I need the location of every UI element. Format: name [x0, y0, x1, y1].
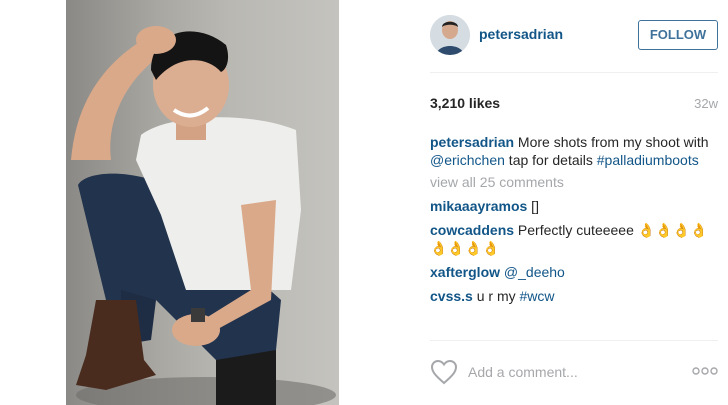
caption-username[interactable]: petersadrian	[430, 134, 514, 150]
caption-text: More shots from my shoot with	[514, 134, 709, 150]
comment-username[interactable]: xafterglow	[430, 264, 500, 280]
comment-item: cowcaddens Perfectly cuteeeee 👌👌👌👌👌👌👌👌	[430, 221, 720, 257]
comment-item: mikaaayramos []	[430, 197, 720, 215]
caption: petersadrian More shots from my shoot wi…	[430, 133, 720, 169]
comment-username[interactable]: mikaaayramos	[430, 198, 527, 214]
avatar[interactable]	[430, 15, 470, 55]
add-comment-input[interactable]: Add a comment...	[468, 364, 578, 380]
post-photo[interactable]	[66, 0, 339, 405]
comment-mention[interactable]: @_deeho	[500, 264, 565, 280]
follow-button[interactable]: FOLLOW	[638, 20, 718, 50]
view-all-comments[interactable]: view all 25 comments	[430, 173, 720, 191]
page-gutter	[0, 0, 66, 405]
post-author-username[interactable]: petersadrian	[479, 26, 563, 42]
post-header: petersadrian FOLLOW	[339, 0, 728, 72]
header-divider	[430, 72, 718, 73]
comment-item: xafterglow @_deeho	[430, 263, 720, 281]
post-age[interactable]: 32w	[694, 96, 718, 111]
more-options-icon[interactable]	[692, 366, 718, 376]
footer-divider	[430, 340, 718, 341]
avatar-image	[430, 15, 470, 55]
comment-text: []	[527, 198, 539, 214]
caption-text-2: tap for details	[504, 152, 597, 168]
view-all-comments-link[interactable]: view all 25 comments	[430, 174, 564, 190]
caption-hashtag[interactable]: #palladiumboots	[597, 152, 699, 168]
comment-hashtag[interactable]: #wcw	[520, 288, 555, 304]
post-actions: Add a comment...	[430, 355, 728, 391]
photo-illustration	[71, 26, 336, 405]
comment-text: u r my	[472, 288, 520, 304]
comment-item: cvss.s u r my #wcw	[430, 287, 720, 305]
comment-username[interactable]: cowcaddens	[430, 222, 514, 238]
comment-list: petersadrian More shots from my shoot wi…	[430, 133, 720, 311]
heart-icon[interactable]	[430, 359, 458, 385]
post-details-panel: petersadrian FOLLOW 3,210 likes 32w pete…	[339, 0, 728, 405]
likes-count[interactable]: 3,210 likes	[430, 95, 500, 111]
caption-mention[interactable]: @erichchen	[430, 152, 505, 168]
comment-username[interactable]: cvss.s	[430, 288, 473, 304]
